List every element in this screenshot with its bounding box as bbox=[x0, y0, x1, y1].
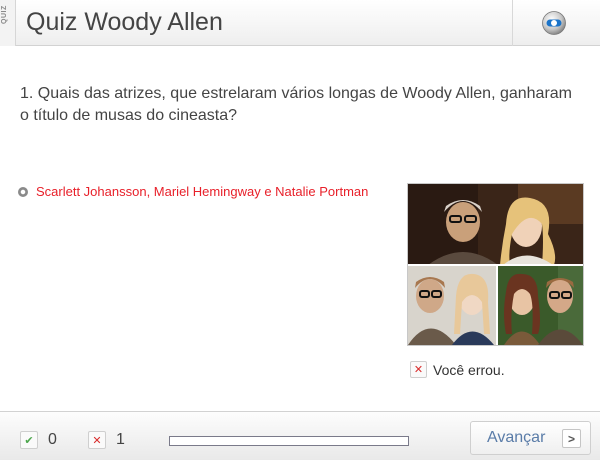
check-icon: ✔ bbox=[20, 431, 38, 449]
wrong-icon: ✕ bbox=[410, 361, 427, 378]
header-bar: QUIZ Quiz Woody Allen bbox=[0, 0, 600, 46]
answer-option[interactable]: Scarlett Johansson, Mariel Hemingway e N… bbox=[18, 184, 368, 199]
logo-area bbox=[512, 0, 600, 46]
feedback-message: ✕ Você errou. bbox=[410, 361, 505, 378]
wrong-count: 1 bbox=[116, 431, 125, 448]
quiz-side-tag: QUIZ bbox=[0, 0, 16, 46]
correct-counter: ✔ 0 bbox=[20, 431, 57, 449]
correct-count: 0 bbox=[48, 431, 57, 448]
cross-icon: ✕ bbox=[88, 431, 106, 449]
side-tag-label: QUIZ bbox=[1, 5, 8, 24]
quiz-progress-bar bbox=[169, 436, 409, 446]
question-text: 1. Quais das atrizes, que estrelaram vár… bbox=[20, 85, 572, 124]
wrong-counter: ✕ 1 bbox=[88, 431, 125, 449]
next-button-label: Avançar bbox=[487, 429, 546, 446]
globe-logo-icon bbox=[542, 11, 566, 35]
question-image bbox=[407, 183, 584, 346]
chevron-right-icon: > bbox=[562, 429, 581, 448]
footer-bar: ✔ 0 ✕ 1 Avançar > bbox=[0, 411, 600, 460]
app-title: Quiz Woody Allen bbox=[26, 8, 223, 36]
photo-collage bbox=[408, 184, 583, 345]
radio-selected-icon[interactable] bbox=[18, 186, 28, 197]
feedback-text: Você errou. bbox=[433, 361, 505, 378]
next-button[interactable]: Avançar > bbox=[470, 421, 591, 455]
answer-label: Scarlett Johansson, Mariel Hemingway e N… bbox=[36, 184, 369, 199]
